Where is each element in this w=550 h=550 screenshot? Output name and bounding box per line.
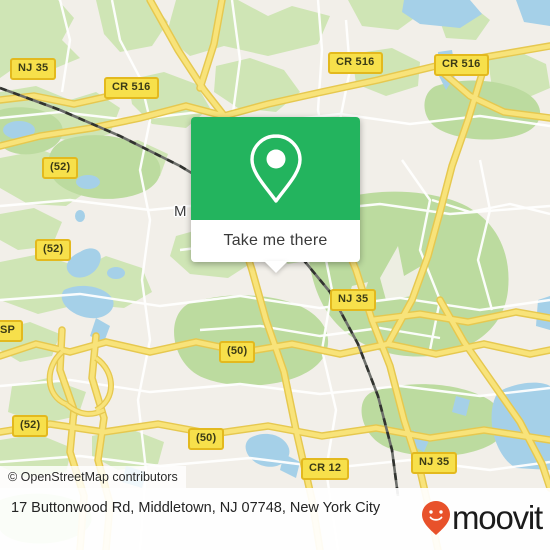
take-me-there-label: Take me there: [223, 232, 328, 249]
map-screenshot: M NJ 35 CR 516 CR 516 CR 516 (52) (52) SP (50) N…: [0, 0, 550, 550]
popup-tail-arrow: [263, 261, 288, 273]
shield-cr-516-north-left: CR 516: [104, 77, 159, 99]
place-label-middletown: M: [174, 203, 187, 220]
footer-bar: 17 Buttonwood Rd, Middletown, NJ 07748, …: [0, 488, 550, 550]
shield-52-lower: (52): [12, 415, 49, 437]
shield-nj-35-northwest: NJ 35: [10, 58, 57, 80]
shield-50-upper: (50): [219, 341, 256, 363]
osm-attribution[interactable]: © OpenStreetMap contributors: [0, 466, 186, 488]
shield-cr-12: CR 12: [301, 458, 350, 480]
moovit-smiley-pin-icon: [422, 501, 450, 535]
popup-icon-area: [191, 117, 360, 220]
shield-nj-35-southeast: NJ 35: [411, 452, 458, 474]
moovit-logo[interactable]: moovit: [421, 498, 543, 536]
location-popup-card[interactable]: Take me there: [191, 117, 360, 273]
shield-50-lower: (50): [188, 428, 225, 450]
shield-52-middle: (52): [35, 239, 72, 261]
shield-cr-516-north-right: CR 516: [434, 54, 489, 76]
shield-cr-516-north-center: CR 516: [328, 52, 383, 74]
popup-action-area[interactable]: Take me there: [191, 220, 360, 273]
address-text: 17 Buttonwood Rd, Middletown, NJ 07748, …: [11, 500, 381, 516]
shield-52-upper: (52): [42, 157, 79, 179]
shield-nj-35-center: NJ 35: [330, 289, 377, 311]
shield-sp-west-edge: SP: [0, 320, 24, 342]
map-pin-icon: [249, 133, 302, 203]
moovit-wordmark: moovit: [452, 498, 543, 536]
